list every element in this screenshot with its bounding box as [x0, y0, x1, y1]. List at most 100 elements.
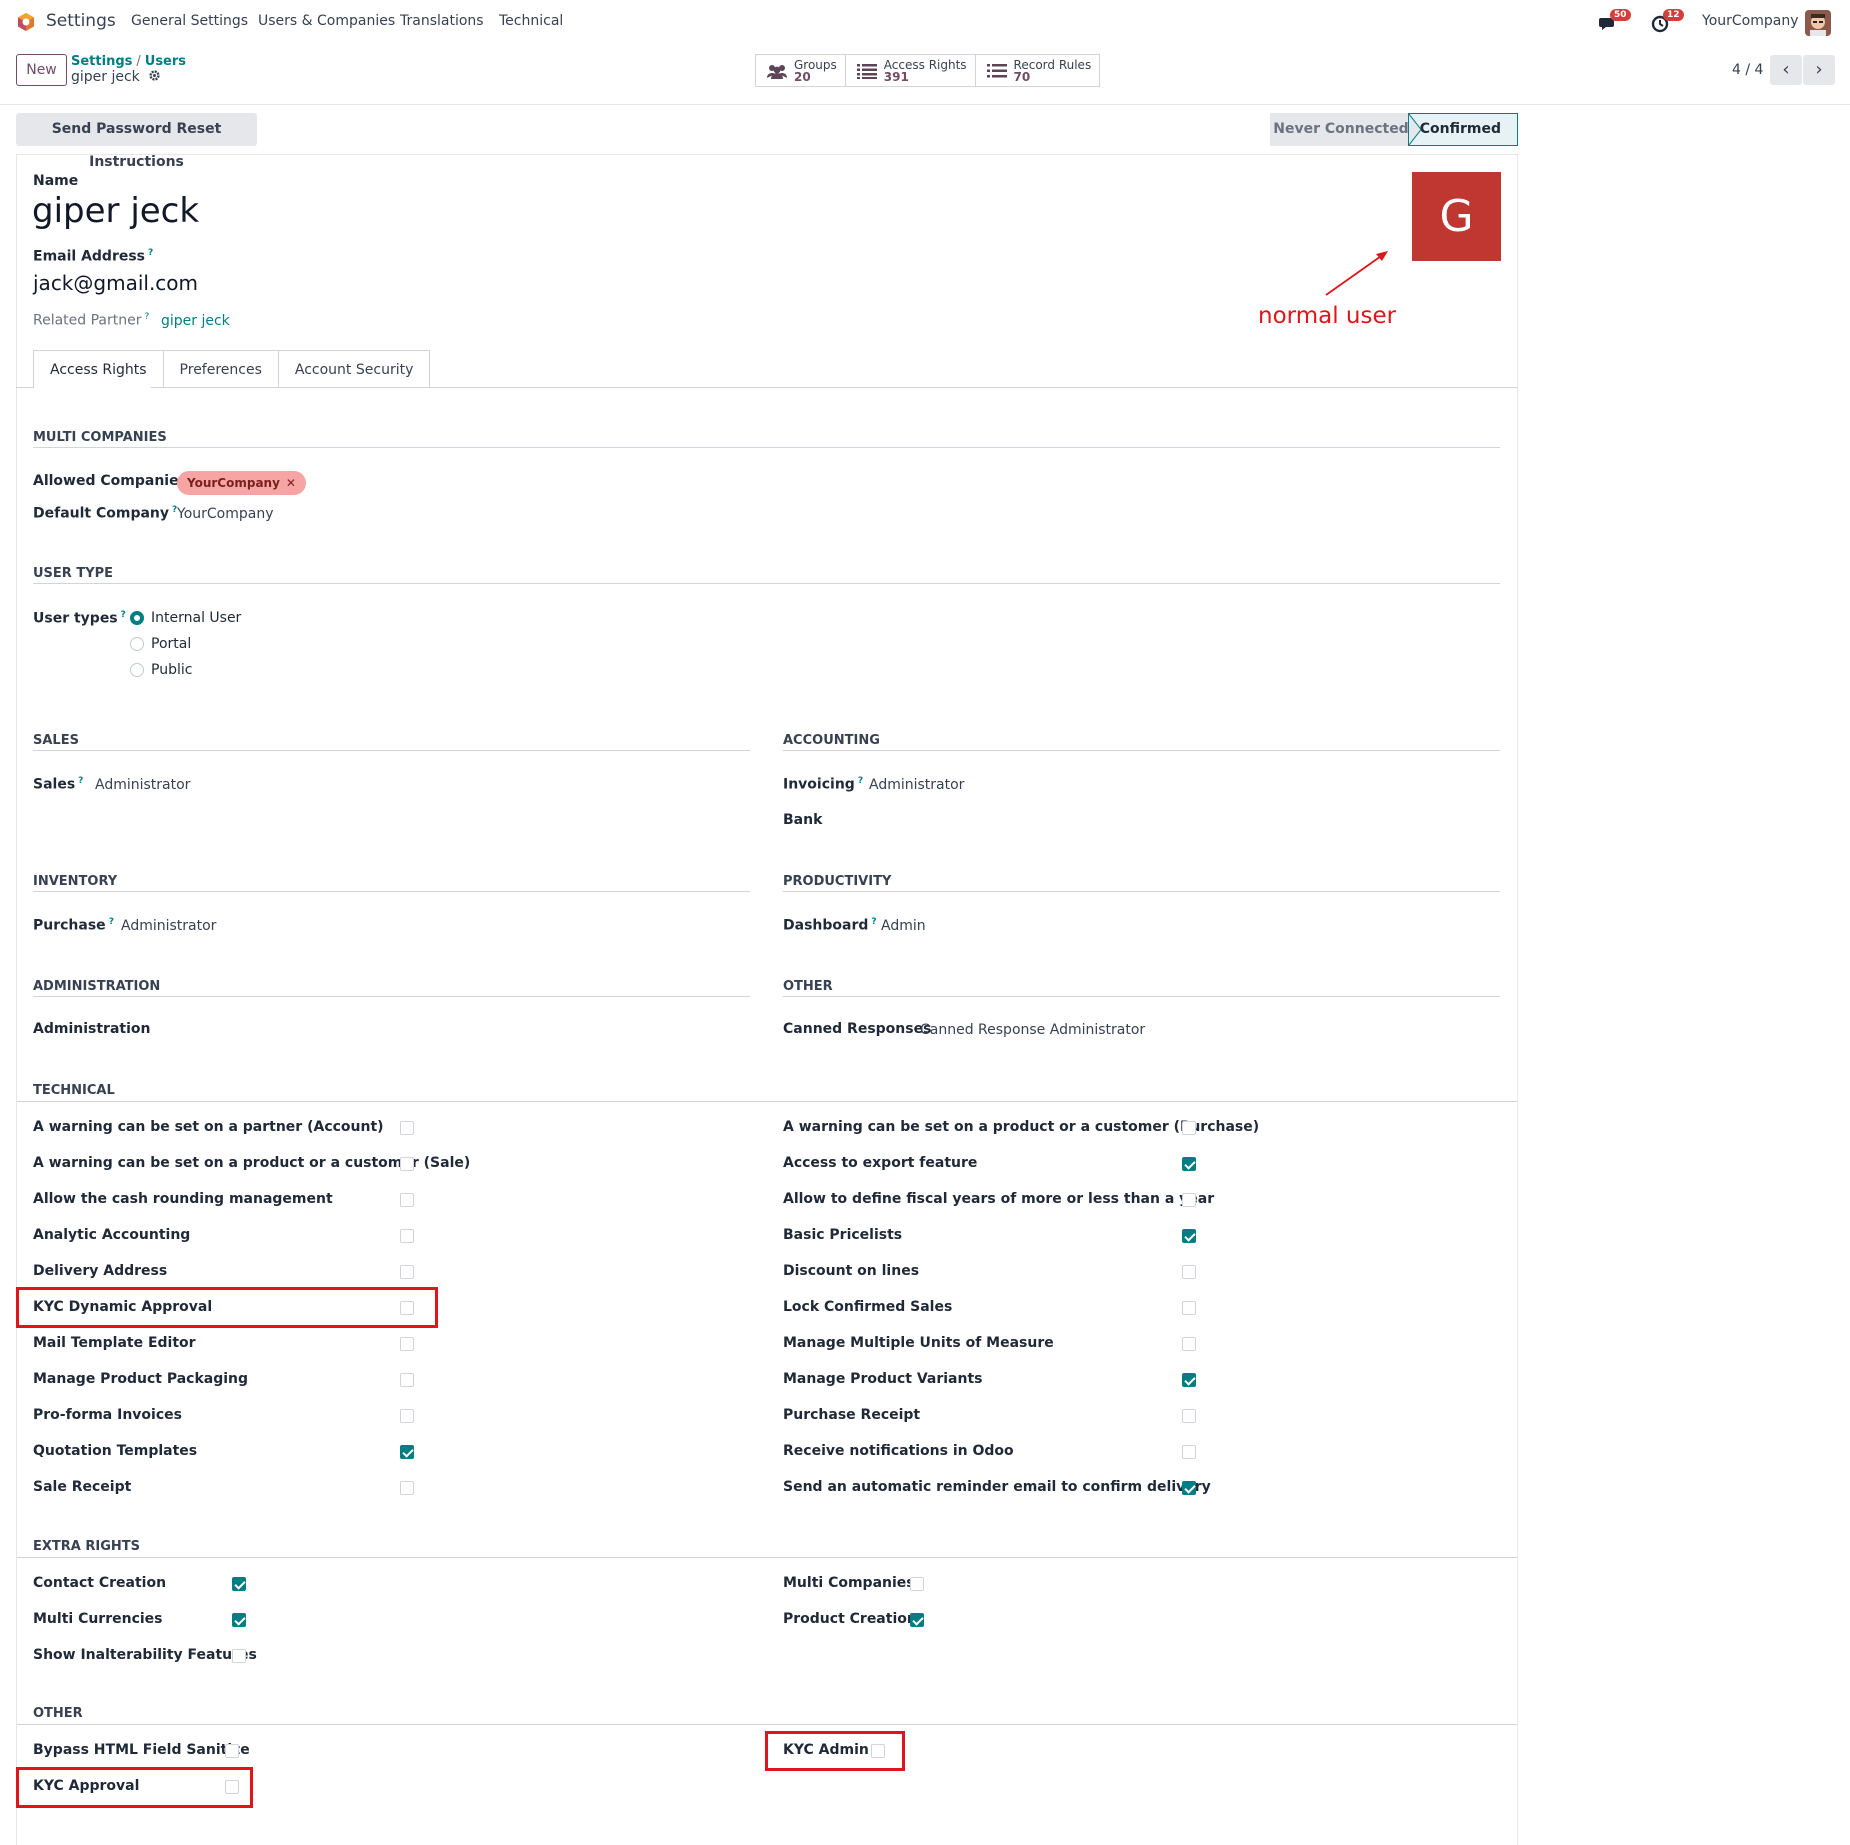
radio-public[interactable]: [130, 663, 144, 677]
basic-pricelists-checkbox[interactable]: [1182, 1229, 1196, 1243]
a-warning-can-be-set-on-a-product-or-a-customer-purchase-checkbox[interactable]: [1182, 1121, 1196, 1135]
pager-previous-button[interactable]: ‹: [1770, 55, 1802, 85]
multi-companies-checkbox[interactable]: [910, 1577, 924, 1591]
allow-the-cash-rounding-management-checkbox[interactable]: [400, 1193, 414, 1207]
canned-responses-field[interactable]: Canned Response Administrator: [920, 1022, 1145, 1038]
send-password-reset-button[interactable]: Send Password Reset Instructions: [16, 113, 257, 170]
radio-portal-label[interactable]: Portal: [151, 636, 191, 652]
section-sales: SALES: [33, 733, 79, 748]
pager-next-button[interactable]: ›: [1803, 55, 1835, 85]
lock-confirmed-sales-checkbox[interactable]: [1182, 1301, 1196, 1315]
pro-forma-invoices-checkbox[interactable]: [400, 1409, 414, 1423]
manage-multiple-units-of-measure-checkbox[interactable]: [1182, 1337, 1196, 1351]
email-field[interactable]: jack@gmail.com: [33, 271, 198, 295]
stage-never-connected[interactable]: Never Connected: [1270, 113, 1412, 146]
manage-product-packaging-checkbox[interactable]: [400, 1373, 414, 1387]
radio-internal-user-label[interactable]: Internal User: [151, 610, 241, 626]
gear-icon[interactable]: [148, 69, 161, 82]
manage-product-packaging-label: Manage Product Packaging: [33, 1371, 249, 1387]
section-divider: [783, 891, 1500, 892]
dashboard-field[interactable]: Admin: [881, 918, 926, 934]
tab-preferences[interactable]: Preferences: [162, 350, 279, 388]
bypass-html-field-sanitize-checkbox[interactable]: [225, 1744, 239, 1758]
messages-button[interactable]: 50: [1598, 9, 1631, 32]
list-icon: [856, 63, 877, 79]
new-button[interactable]: New: [16, 54, 67, 86]
messages-count-badge: 50: [1610, 9, 1631, 21]
canned-responses-label: Canned Responses: [783, 1021, 932, 1037]
record-rules-smart-button[interactable]: Record Rules 70: [976, 55, 1100, 86]
pro-forma-invoices-label: Pro-forma Invoices: [33, 1407, 182, 1423]
mail-template-editor-checkbox[interactable]: [400, 1337, 414, 1351]
help-icon[interactable]: ?: [148, 248, 153, 258]
menu-general-settings[interactable]: General Settings: [131, 13, 248, 29]
activities-count-badge: 12: [1663, 9, 1684, 21]
access-to-export-feature-checkbox[interactable]: [1182, 1157, 1196, 1171]
send-an-automatic-reminder-email-to-confirm-delivery-label: Send an automatic reminder email to conf…: [783, 1479, 1211, 1495]
a-warning-can-be-set-on-a-partner-account-checkbox[interactable]: [400, 1121, 414, 1135]
activities-button[interactable]: 12: [1651, 9, 1684, 33]
menu-technical[interactable]: Technical: [499, 13, 563, 29]
tab-access-rights[interactable]: Access Rights: [33, 350, 164, 388]
quotation-templates-checkbox[interactable]: [400, 1445, 414, 1459]
section-divider: [33, 447, 1500, 448]
user-image[interactable]: G: [1412, 172, 1501, 261]
section-divider: [33, 750, 750, 751]
groups-smart-button[interactable]: Groups 20: [756, 55, 846, 86]
menu-translations[interactable]: Translations: [400, 13, 484, 29]
purchase-receipt-checkbox[interactable]: [1182, 1409, 1196, 1423]
help-icon[interactable]: ?: [871, 917, 876, 927]
purchase-field[interactable]: Administrator: [121, 918, 216, 934]
sales-field[interactable]: Administrator: [95, 777, 190, 793]
radio-portal[interactable]: [130, 637, 144, 651]
tab-account-security[interactable]: Account Security: [277, 350, 431, 388]
highlight-kyc-admin: [765, 1731, 905, 1771]
section-divider: [17, 1557, 1517, 1558]
section-user-type: USER TYPE: [33, 566, 114, 581]
section-divider: [17, 1724, 1517, 1725]
show-inalterability-features-checkbox[interactable]: [232, 1649, 246, 1663]
allow-to-define-fiscal-years-of-more-or-less-than-a-year-checkbox[interactable]: [1182, 1193, 1196, 1207]
manage-product-variants-checkbox[interactable]: [1182, 1373, 1196, 1387]
discount-on-lines-checkbox[interactable]: [1182, 1265, 1196, 1279]
related-partner-link[interactable]: giper jeck: [161, 313, 230, 329]
purchase-receipt-label: Purchase Receipt: [783, 1407, 921, 1423]
radio-internal-user[interactable]: [130, 611, 144, 625]
product-creation-checkbox[interactable]: [910, 1613, 924, 1627]
pager-value[interactable]: 4 / 4: [1732, 62, 1763, 78]
multi-currencies-checkbox[interactable]: [232, 1613, 246, 1627]
breadcrumb-current: giper jeck: [71, 69, 161, 85]
breadcrumb-separator: /: [136, 54, 141, 69]
delivery-address-label: Delivery Address: [33, 1263, 168, 1279]
app-logo-icon[interactable]: [16, 12, 36, 32]
stage-confirmed[interactable]: Confirmed: [1408, 113, 1518, 146]
name-field[interactable]: giper jeck: [32, 191, 199, 231]
company-switcher[interactable]: YourCompany: [1702, 13, 1799, 29]
sale-receipt-label: Sale Receipt: [33, 1479, 132, 1495]
a-warning-can-be-set-on-a-product-or-a-customer-sale-checkbox[interactable]: [400, 1157, 414, 1171]
help-icon[interactable]: ?: [858, 776, 863, 786]
breadcrumb-settings[interactable]: Settings: [71, 54, 132, 69]
help-icon[interactable]: ?: [78, 776, 83, 786]
help-icon[interactable]: ?: [121, 610, 126, 620]
help-icon[interactable]: ?: [109, 917, 114, 927]
user-avatar-icon[interactable]: [1805, 10, 1831, 36]
section-divider: [33, 996, 750, 997]
remove-tag-icon[interactable]: ✕: [286, 476, 296, 490]
access-rights-smart-button[interactable]: Access Rights 391: [846, 55, 976, 86]
default-company-field[interactable]: YourCompany: [177, 506, 274, 522]
send-an-automatic-reminder-email-to-confirm-delivery-checkbox[interactable]: [1182, 1481, 1196, 1495]
menu-users-companies[interactable]: Users & Companies: [258, 13, 395, 29]
receive-notifications-in-odoo-checkbox[interactable]: [1182, 1445, 1196, 1459]
contact-creation-checkbox[interactable]: [232, 1577, 246, 1591]
help-icon[interactable]: ?: [145, 312, 150, 322]
allowed-company-tag[interactable]: YourCompany ✕: [177, 471, 306, 495]
invoicing-field[interactable]: Administrator: [869, 777, 964, 793]
radio-public-label[interactable]: Public: [151, 662, 192, 678]
sale-receipt-checkbox[interactable]: [400, 1481, 414, 1495]
delivery-address-checkbox[interactable]: [400, 1265, 414, 1279]
users-icon: [767, 64, 787, 79]
breadcrumb-users[interactable]: Users: [145, 54, 186, 69]
analytic-accounting-checkbox[interactable]: [400, 1229, 414, 1243]
app-title[interactable]: Settings: [46, 11, 116, 31]
